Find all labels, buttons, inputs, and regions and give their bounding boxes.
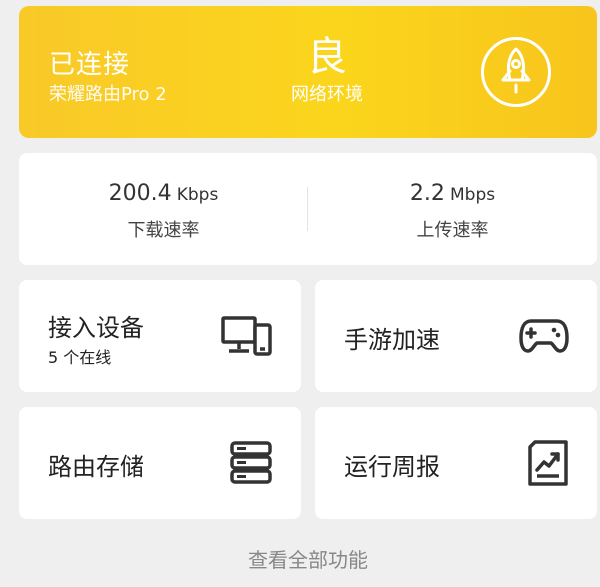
download-speed-value: 200.4: [108, 181, 172, 206]
online-count: 5 个在线: [48, 348, 112, 367]
storage-icon: [230, 441, 272, 484]
devices-icon: [221, 316, 272, 356]
upload-speed: 2.2 Mbps 上传速率: [308, 181, 597, 242]
tile-title: 路由存储: [48, 453, 144, 481]
download-speed-unit: Kbps: [176, 185, 219, 205]
upload-speed-unit: Mbps: [449, 185, 496, 205]
upload-speed-label: 上传速率: [416, 220, 489, 241]
view-all-features-link[interactable]: 查看全部功能: [0, 544, 600, 573]
connection-banner[interactable]: 已连接 荣耀路由Pro 2 良 网络环境: [19, 6, 597, 138]
download-speed: 200.4 Kbps 下载速率: [19, 181, 308, 242]
tile-title: 接入设备: [48, 314, 144, 342]
tile-title: 手游加速: [344, 326, 440, 354]
tile-game-boost[interactable]: 手游加速: [315, 280, 597, 392]
router-name: 荣耀路由Pro 2: [49, 84, 167, 105]
gamepad-icon: [519, 319, 569, 353]
rocket-icon: [501, 47, 531, 94]
upload-speed-value: 2.2: [409, 181, 445, 206]
tile-router-storage[interactable]: 路由存储: [19, 407, 301, 519]
speed-panel: 200.4 Kbps 下载速率 2.2 Mbps 上传速率: [19, 153, 597, 265]
boost-button[interactable]: [481, 37, 551, 107]
tile-connected-devices[interactable]: 接入设备 5 个在线: [19, 280, 301, 392]
download-speed-label: 下载速率: [127, 220, 200, 241]
network-quality-value: 良: [307, 34, 347, 80]
tile-weekly-report[interactable]: 运行周报: [315, 407, 597, 519]
report-chart-icon: [528, 440, 568, 486]
tile-title: 运行周报: [344, 453, 440, 481]
network-quality-label: 网络环境: [291, 84, 363, 105]
connection-status: 已连接: [49, 50, 131, 80]
